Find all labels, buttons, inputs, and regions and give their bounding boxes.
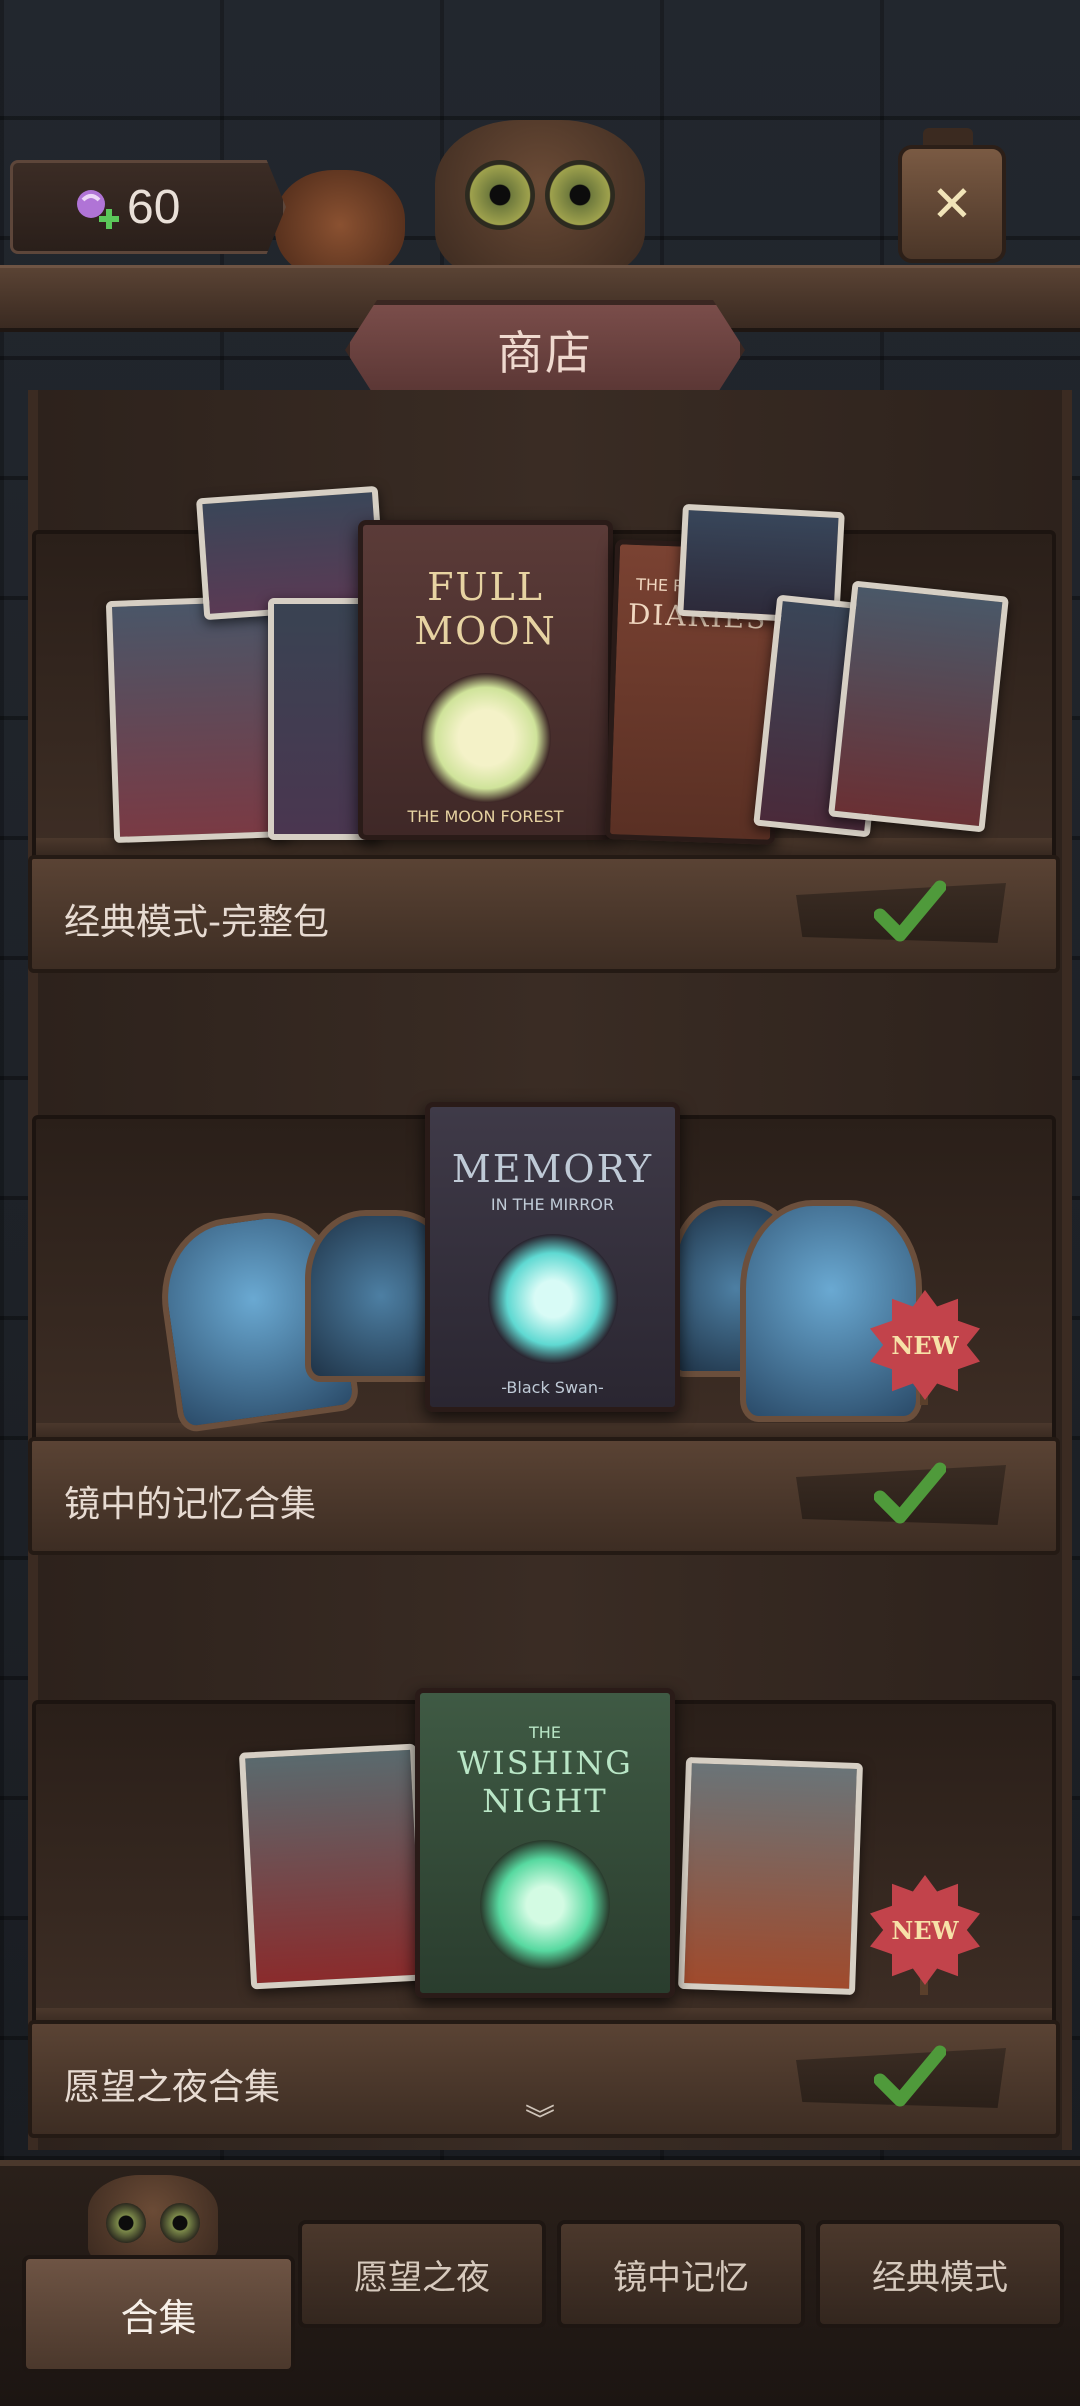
book-title: WISHING NIGHT — [457, 1744, 633, 1820]
book-subtitle: THE MOON FOREST — [407, 807, 564, 826]
tab-label: 合集 — [120, 2295, 197, 2340]
owl-mascot-icon — [88, 2175, 218, 2265]
book-author: -Black Swan- — [501, 1378, 604, 1397]
bundle-book-fullmoon: FULL MOON THE MOON FOREST — [358, 520, 613, 840]
close-icon: ✕ — [931, 175, 973, 233]
page-title-banner: 商店 — [345, 300, 745, 400]
check-icon — [874, 2045, 946, 2107]
moon-swirl-icon — [420, 673, 551, 803]
tab-collection[interactable]: 合集 — [22, 2255, 295, 2373]
check-icon — [874, 1462, 946, 1524]
book-subtitle: THE — [529, 1723, 561, 1742]
bundle-label-plank-1[interactable]: 经典模式-完整包 — [28, 855, 1060, 973]
new-badge-text: NEW — [891, 1330, 959, 1360]
tab-label: 镜中记忆 — [613, 2257, 749, 2298]
currency-display: 60 — [10, 160, 286, 254]
book-title: FULL MOON — [414, 565, 557, 653]
tab-label: 经典模式 — [872, 2257, 1008, 2298]
character-card — [828, 580, 1009, 833]
candy-plus-icon[interactable] — [69, 182, 119, 232]
new-badge-text: NEW — [891, 1915, 959, 1945]
bundle-book-memory: MEMORY IN THE MIRROR -Black Swan- — [425, 1102, 680, 1412]
bundle-label: 经典模式-完整包 — [64, 902, 329, 943]
tab-mirror-memory[interactable]: 镜中记忆 — [557, 2220, 805, 2328]
character-card — [238, 1743, 429, 1990]
currency-amount: 60 — [127, 180, 181, 234]
scroll-down-icon[interactable]: ︾ — [515, 2106, 565, 2158]
character-card — [105, 594, 292, 844]
tab-label: 愿望之夜 — [354, 2257, 490, 2298]
character-card — [678, 1756, 863, 1996]
owl-decoration — [435, 120, 645, 280]
bundle-label: 镜中的记忆合集 — [64, 1484, 317, 1525]
bundle-label: 愿望之夜合集 — [64, 2067, 281, 2108]
book-subtitle: IN THE MIRROR — [490, 1195, 615, 1214]
mirror-swirl-icon — [487, 1234, 618, 1364]
pumpkin-decoration — [275, 170, 405, 280]
check-icon — [874, 880, 946, 942]
page-title: 商店 — [497, 326, 593, 380]
bundle-book-wishing: THE WISHING NIGHT — [415, 1688, 675, 1998]
close-button[interactable]: ✕ — [898, 145, 1006, 263]
bundle-label-plank-2[interactable]: 镜中的记忆合集 — [28, 1437, 1060, 1555]
wish-swirl-icon — [480, 1840, 610, 1970]
tab-wishing-night[interactable]: 愿望之夜 — [298, 2220, 546, 2328]
tab-classic-mode[interactable]: 经典模式 — [816, 2220, 1064, 2328]
book-title: MEMORY — [451, 1147, 654, 1191]
